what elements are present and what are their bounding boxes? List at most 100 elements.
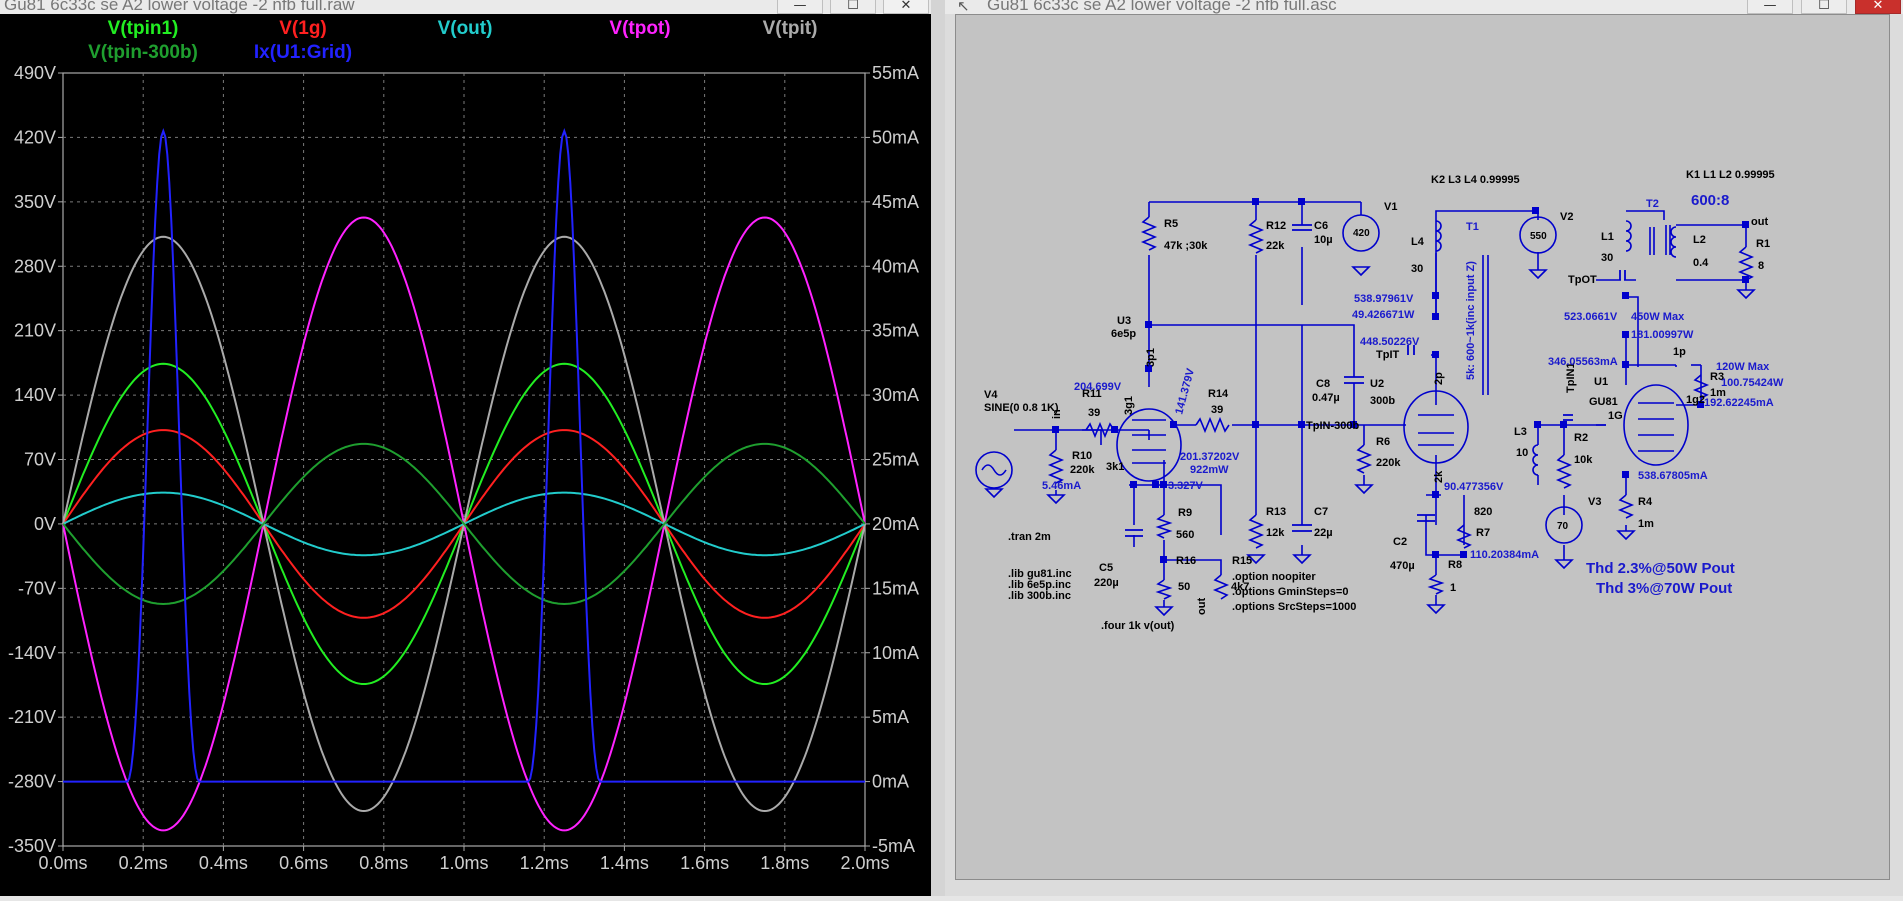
waveform-chart[interactable]: 490V 420V 350V 280V 210V 140V 70V 0V -70V -140V -2… xyxy=(0,14,931,896)
c8-value: 0.47µ xyxy=(1312,392,1340,404)
t1-note: 5k: 600~1k(inc input Z) xyxy=(1465,261,1477,380)
r4-label: R4 xyxy=(1638,496,1653,508)
schematic-drawing[interactable]: K2 L3 L4 0.99995 K1 L1 L2 0.99995 V1 420… xyxy=(956,15,1889,879)
r8-value: 1 xyxy=(1450,582,1456,594)
x-tick-label: 0.2ms xyxy=(119,853,168,873)
v3-value: 70 xyxy=(1557,521,1569,532)
four-directive: .four 1k v(out) xyxy=(1101,620,1175,632)
legend-entry: V(tpin-300b) xyxy=(88,42,198,63)
v4-value: SINE(0 0.8 1K) xyxy=(984,402,1059,414)
schematic-canvas[interactable]: K2 L3 L4 0.99995 K1 L1 L2 0.99995 V1 420… xyxy=(955,14,1890,880)
minimize-button[interactable]: — xyxy=(1747,0,1793,14)
tpin300b-label: TpIN-300b xyxy=(1306,420,1359,432)
y-tick-label-left: -140V xyxy=(8,643,56,663)
t1-label: T1 xyxy=(1466,221,1479,233)
maximize-button[interactable]: ☐ xyxy=(1801,0,1847,14)
u1-label: U1 xyxy=(1594,376,1608,388)
schematic-window-title: Gu81 6c33c se A2 lower voltage -2 nfb fu… xyxy=(987,0,1337,14)
legend-entry: V(tpit) xyxy=(763,18,818,39)
minimize-button[interactable]: — xyxy=(777,0,823,14)
readout-90-47v: 90.477356V xyxy=(1444,481,1504,493)
thd-50w-note: Thd 2.3%@50W Pout xyxy=(1586,560,1735,577)
tpot-label: TpOT xyxy=(1568,274,1597,286)
y-tick-label-left: 350V xyxy=(14,192,56,212)
u3-pin-3p1: 3p1 xyxy=(1145,348,1157,367)
out-label: out xyxy=(1751,216,1768,228)
r10-label: R10 xyxy=(1072,450,1092,462)
waveform-window: Gu81 6c33c se A2 lower voltage -2 nfb fu… xyxy=(0,0,931,896)
y-tick-label-right: 45mA xyxy=(872,192,919,212)
r10-value: 220k xyxy=(1070,464,1095,476)
option-srcsteps: .options SrcSteps=1000 xyxy=(1232,601,1356,613)
y-tick-label-left: 280V xyxy=(14,256,56,276)
r15-label: R15 xyxy=(1232,555,1252,567)
x-tick-label: 0.8ms xyxy=(359,853,408,873)
tran-directive: .tran 2m xyxy=(1008,531,1051,543)
close-button[interactable]: ✕ xyxy=(883,0,929,14)
c2-label: C2 xyxy=(1393,536,1407,548)
r5-label: R5 xyxy=(1164,218,1178,230)
x-tick-label: 0.4ms xyxy=(199,853,248,873)
c7-value: 22µ xyxy=(1314,527,1333,539)
y-tick-label-left: 420V xyxy=(14,127,56,147)
waveform-plot-pane[interactable]: 490V 420V 350V 280V 210V 140V 70V 0V -70V -140V -2… xyxy=(0,14,931,896)
u3-label: U3 xyxy=(1117,315,1131,327)
waveform-titlebar[interactable]: Gu81 6c33c se A2 lower voltage -2 nfb fu… xyxy=(0,0,931,14)
y-tick-label-left: 140V xyxy=(14,385,56,405)
l1-label: L1 xyxy=(1601,231,1614,243)
close-button[interactable]: ✕ xyxy=(1855,0,1901,14)
u2-label: U2 xyxy=(1370,378,1384,390)
readout-3-327v: 3.327V xyxy=(1168,480,1204,492)
readout-204-69v: 204.699V xyxy=(1074,381,1122,393)
legend-entry: V(tpot) xyxy=(609,18,670,39)
l4-label: L4 xyxy=(1411,236,1425,248)
r5-value: 47k ;30k xyxy=(1164,240,1208,252)
u3-value: 6e5p xyxy=(1111,328,1136,340)
option-noopiter: .option noopiter xyxy=(1232,571,1316,583)
sources xyxy=(975,214,1583,544)
c5-label: C5 xyxy=(1099,562,1113,574)
x-tick-label: 2.0ms xyxy=(840,853,889,873)
legend-entry: V(tpin1) xyxy=(108,18,179,39)
y-tick-label-right: 25mA xyxy=(872,450,919,470)
readout-523-06v: 523.0661V xyxy=(1564,311,1618,323)
thd-70w-note: Thd 3%@70W Pout xyxy=(1596,580,1732,597)
readout-346-05ma: 346.05563mA xyxy=(1548,356,1618,368)
c6-label: C6 xyxy=(1314,220,1328,232)
readout-538-67ma: 538.67805mA xyxy=(1638,470,1708,482)
readout-181-00w: 181.00997W xyxy=(1631,329,1694,341)
r1-label: R1 xyxy=(1756,238,1770,250)
readout-450w-max: 450W Max xyxy=(1631,311,1685,323)
r11-value: 39 xyxy=(1088,407,1100,419)
c6-value: 10µ xyxy=(1314,234,1333,246)
schematic-titlebar[interactable]: ↖ Gu81 6c33c se A2 lower voltage -2 nfb … xyxy=(945,0,1903,14)
x-tick-label: 1.4ms xyxy=(600,853,649,873)
c7-label: C7 xyxy=(1314,506,1328,518)
waveform-window-title: Gu81 6c33c se A2 lower voltage -2 nfb fu… xyxy=(4,0,355,14)
r1-value: 8 xyxy=(1758,260,1764,272)
y-tick-label-right: 40mA xyxy=(872,256,919,276)
y-tick-label-right: 10mA xyxy=(872,643,919,663)
u2-value: 300b xyxy=(1370,395,1395,407)
y-tick-label-right: 0mA xyxy=(872,772,909,792)
y-tick-label-left: 0V xyxy=(34,514,56,534)
y-tick-label-left: -70V xyxy=(18,578,56,598)
c5-value: 220µ xyxy=(1094,577,1119,589)
readout-141-37v: 141.379V xyxy=(1173,367,1197,416)
l4-value: 30 xyxy=(1411,263,1423,275)
l1-value: 30 xyxy=(1601,252,1613,264)
schematic-window: ↖ Gu81 6c33c se A2 lower voltage -2 nfb … xyxy=(945,0,1903,896)
y-tick-label-left: 210V xyxy=(14,321,56,341)
l3-value: 10 xyxy=(1516,447,1528,459)
t2-label: T2 xyxy=(1646,198,1659,210)
r7-label: R7 xyxy=(1476,527,1490,539)
maximize-button[interactable]: ☐ xyxy=(830,0,876,14)
k1-label: K1 L1 L2 0.99995 xyxy=(1686,169,1775,181)
c2-value: 470µ xyxy=(1390,560,1415,572)
u1-pin-1g: 1G xyxy=(1608,410,1623,422)
r12-label: R12 xyxy=(1266,220,1286,232)
r7-value: 820 xyxy=(1474,506,1492,518)
x-tick-label: 1.2ms xyxy=(520,853,569,873)
r6-value: 220k xyxy=(1376,457,1401,469)
l2-label: L2 xyxy=(1693,234,1706,246)
